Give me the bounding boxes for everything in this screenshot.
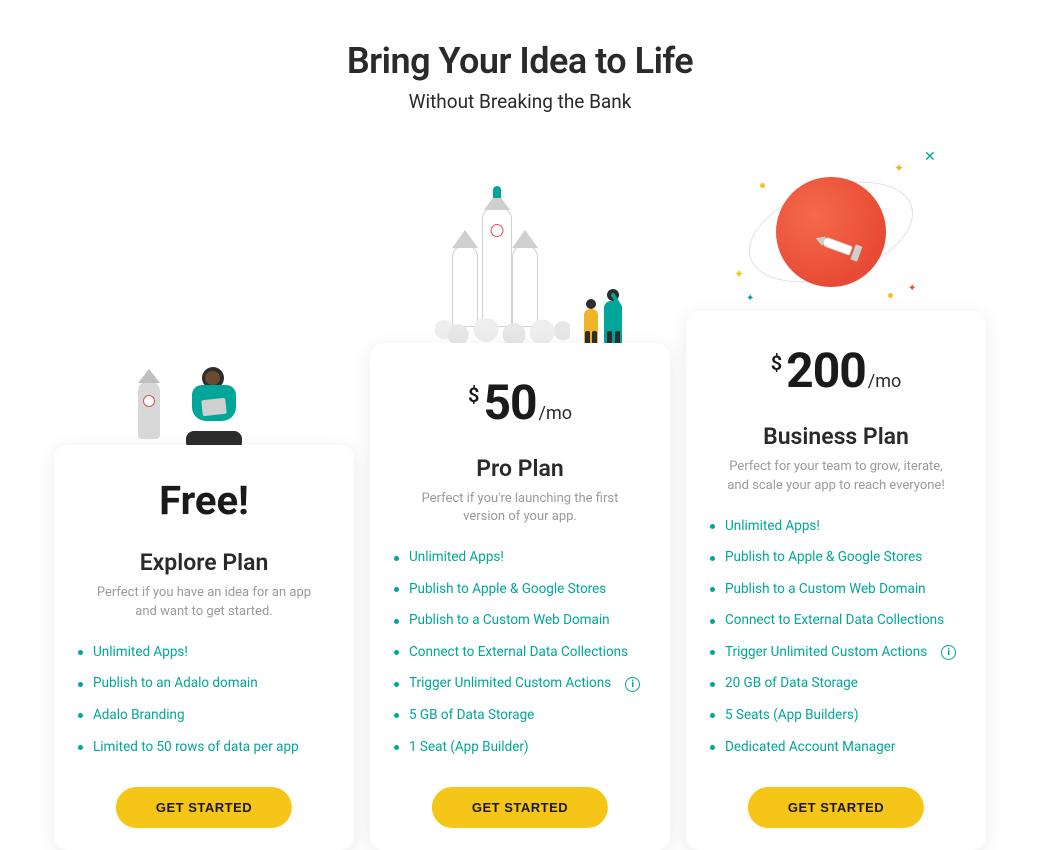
plan-name: Explore Plan xyxy=(78,549,330,576)
sparkle-icon: ✕ xyxy=(924,149,936,165)
plan-column-explore: Free! Explore Plan Perfect if you have a… xyxy=(54,327,354,850)
dot-icon xyxy=(760,183,765,188)
get-started-button[interactable]: GET STARTED xyxy=(432,787,608,828)
page-subtitle: Without Breaking the Bank xyxy=(48,90,992,113)
feature-item: Dedicated Account Manager xyxy=(710,739,962,757)
price-free-label: Free! xyxy=(159,481,249,521)
get-started-button[interactable]: GET STARTED xyxy=(748,787,924,828)
plan-description: Perfect for your team to grow, iterate, … xyxy=(710,458,962,496)
feature-item: Connect to External Data Collections xyxy=(710,612,962,630)
plan-price-pro: $ 50 /mo xyxy=(394,379,646,427)
plan-illustration-pro xyxy=(370,165,670,345)
plan-price-business: $ 200 /mo xyxy=(710,347,962,395)
hero: Bring Your Idea to Life Without Breaking… xyxy=(48,40,992,113)
sparkle-icon: ✦ xyxy=(908,283,916,294)
feature-item: 1 Seat (App Builder) xyxy=(394,739,646,757)
info-icon[interactable]: i xyxy=(625,677,640,692)
rocket-icon xyxy=(512,245,538,327)
plan-card-pro: $ 50 /mo Pro Plan Perfect if you're laun… xyxy=(370,343,670,850)
feature-item: Publish to an Adalo domain xyxy=(78,675,330,693)
feature-item: 20 GB of Data Storage xyxy=(710,675,962,693)
feature-item: 5 GB of Data Storage xyxy=(394,707,646,725)
currency-symbol: $ xyxy=(771,353,782,373)
plan-name: Pro Plan xyxy=(394,455,646,482)
planet-icon xyxy=(776,177,886,287)
plan-illustration-business: ✦ ✦ ✕ ✦ ✦ xyxy=(686,133,986,313)
feature-item: Adalo Branding xyxy=(78,707,330,725)
feature-item: Unlimited Apps! xyxy=(394,549,646,567)
page-title: Bring Your Idea to Life xyxy=(48,40,992,82)
price-amount: 200 xyxy=(786,347,866,395)
plan-features-pro: Unlimited Apps! Publish to Apple & Googl… xyxy=(394,549,646,756)
rocket-icon xyxy=(482,207,512,327)
smoke-icon xyxy=(430,319,570,345)
sparkle-icon: ✦ xyxy=(746,293,754,304)
people-icon xyxy=(584,281,640,345)
currency-symbol: $ xyxy=(468,385,479,405)
get-started-button[interactable]: GET STARTED xyxy=(116,787,292,828)
feature-item: 5 Seats (App Builders) xyxy=(710,707,962,725)
plan-name: Business Plan xyxy=(710,423,962,450)
plan-features-explore: Unlimited Apps! Publish to an Adalo doma… xyxy=(78,644,330,756)
rocket-icon xyxy=(452,245,478,327)
plan-column-business: ✦ ✦ ✕ ✦ ✦ $ 200 /mo Business Plan Perf xyxy=(686,133,986,850)
sparkle-icon: ✦ xyxy=(734,267,744,281)
rocket-icon xyxy=(138,381,160,439)
pricing-plans: Free! Explore Plan Perfect if you have a… xyxy=(48,133,992,850)
plan-card-explore: Free! Explore Plan Perfect if you have a… xyxy=(54,445,354,850)
feature-item: Publish to a Custom Web Domain xyxy=(394,612,646,630)
plan-column-pro: $ 50 /mo Pro Plan Perfect if you're laun… xyxy=(370,165,670,850)
price-amount: 50 xyxy=(483,379,536,427)
feature-item: Publish to Apple & Google Stores xyxy=(710,549,962,567)
dot-icon xyxy=(888,293,893,298)
feature-item: Publish to a Custom Web Domain xyxy=(710,581,962,599)
person-icon xyxy=(178,367,258,447)
feature-item: Trigger Unlimited Custom Actionsi xyxy=(394,675,646,693)
price-period: /mo xyxy=(868,373,901,391)
info-icon[interactable]: i xyxy=(941,645,956,660)
plan-description: Perfect if you have an idea for an app a… xyxy=(78,584,330,622)
plan-features-business: Unlimited Apps! Publish to Apple & Googl… xyxy=(710,518,962,756)
feature-item: Unlimited Apps! xyxy=(78,644,330,662)
feature-item: Unlimited Apps! xyxy=(710,518,962,536)
plan-price-explore: Free! xyxy=(78,481,330,521)
feature-item: Publish to Apple & Google Stores xyxy=(394,581,646,599)
plan-card-business: $ 200 /mo Business Plan Perfect for your… xyxy=(686,311,986,850)
feature-item: Limited to 50 rows of data per app xyxy=(78,739,330,757)
plan-description: Perfect if you're launching the first ve… xyxy=(394,490,646,528)
sparkle-icon: ✦ xyxy=(894,161,904,175)
feature-item: Trigger Unlimited Custom Actionsi xyxy=(710,644,962,662)
plan-illustration-explore xyxy=(54,327,354,447)
feature-item: Connect to External Data Collections xyxy=(394,644,646,662)
price-period: /mo xyxy=(539,405,572,423)
